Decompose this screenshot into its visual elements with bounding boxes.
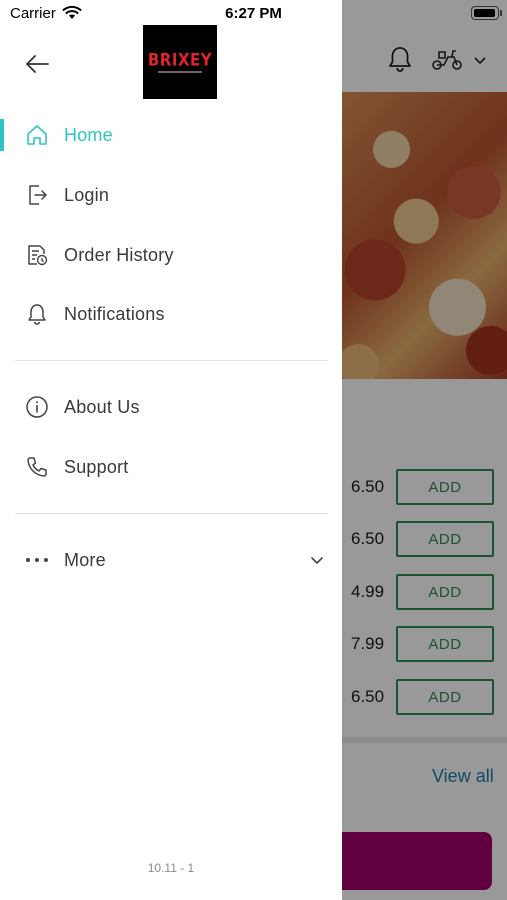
login-icon <box>24 182 50 208</box>
menu-item-home[interactable]: Home <box>0 110 328 160</box>
menu-label: Login <box>64 184 110 205</box>
menu-label: Support <box>64 456 129 477</box>
back-button[interactable] <box>20 47 54 81</box>
divider <box>15 360 328 361</box>
menu-label: Order History <box>64 244 174 265</box>
battery-level <box>473 8 495 17</box>
arrow-left-icon <box>26 55 49 73</box>
menu-label: Home <box>64 124 113 145</box>
menu-label: About Us <box>64 396 140 417</box>
menu-label: Notifications <box>64 303 165 324</box>
phone-icon <box>24 454 50 480</box>
home-icon <box>24 122 50 148</box>
divider <box>15 513 328 514</box>
chevron-down-icon[interactable] <box>308 551 326 569</box>
menu-item-about-us[interactable]: About Us <box>0 382 328 432</box>
app-version: 10.11 - 1 <box>147 861 195 875</box>
brand-logo: BRIXEY <box>143 25 217 99</box>
logo-underline <box>158 71 202 73</box>
order-history-icon <box>24 242 50 268</box>
more-dots-icon <box>24 547 50 573</box>
battery-tip <box>500 10 502 16</box>
info-icon <box>24 394 50 420</box>
menu-item-notifications[interactable]: Notifications <box>0 289 328 339</box>
battery-icon <box>471 6 499 20</box>
menu-label: More <box>64 549 106 570</box>
logo-text: BRIXEY <box>147 50 213 70</box>
menu-item-more[interactable]: More <box>0 535 328 585</box>
bell-icon <box>24 301 50 327</box>
menu-item-support[interactable]: Support <box>0 442 328 492</box>
navigation-drawer: BRIXEY Home Login Order History Notifica… <box>0 0 342 900</box>
menu-item-order-history[interactable]: Order History <box>0 230 328 280</box>
status-bar: Carrier 6:27 PM <box>0 0 507 28</box>
clock: 6:27 PM <box>225 5 282 22</box>
menu-item-login[interactable]: Login <box>0 170 328 220</box>
